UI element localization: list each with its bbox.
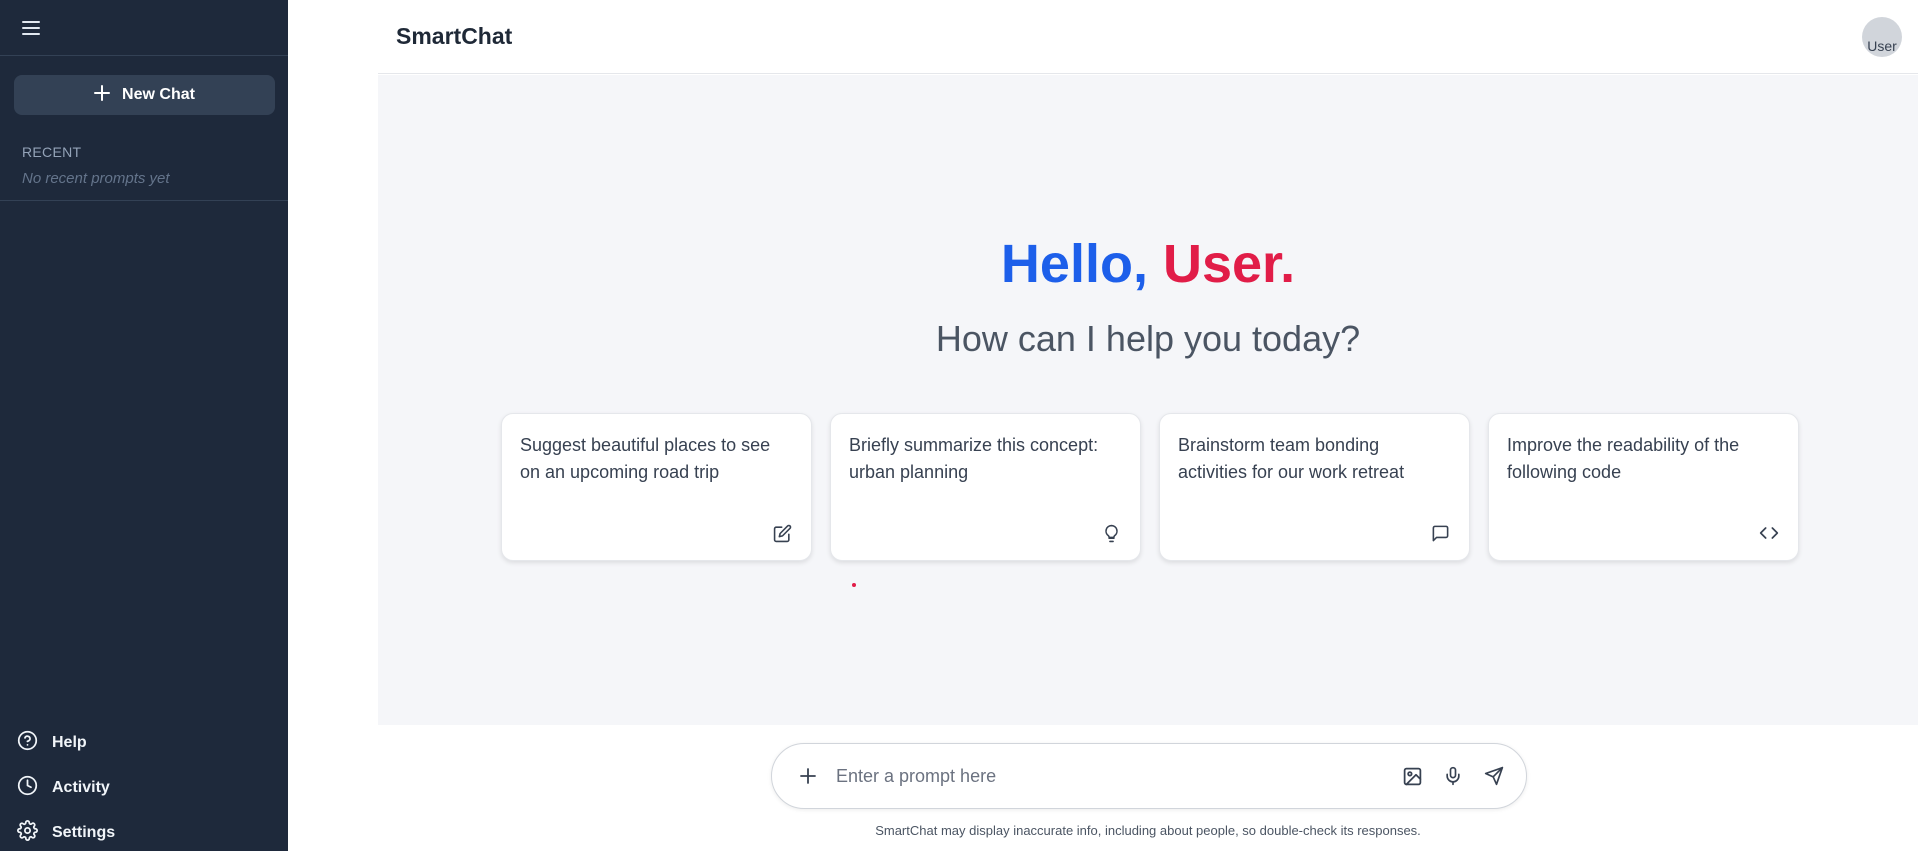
sidebar-item-label: Settings (52, 823, 116, 841)
new-chat-label: New Chat (122, 86, 195, 103)
avatar-alt-text: User (1867, 38, 1897, 54)
cursor-dot (852, 583, 856, 587)
sidebar-item-label: Activity (52, 778, 110, 796)
chat-welcome-area: Hello, User. How can I help you today? S… (378, 75, 1918, 725)
suggestion-text: Briefly summarize this concept: urban pl… (849, 435, 1099, 482)
message-icon (1429, 522, 1451, 544)
suggestion-card[interactable]: Suggest beautiful places to see on an up… (501, 413, 812, 561)
suggestion-card[interactable]: Briefly summarize this concept: urban pl… (830, 413, 1141, 561)
sidebar-item-label: Help (52, 733, 87, 751)
disclaimer-text: SmartChat may display inaccurate info, i… (875, 823, 1421, 838)
suggestion-card[interactable]: Brainstorm team bonding activities for o… (1159, 413, 1470, 561)
plus-icon (94, 84, 111, 106)
new-chat-button[interactable]: New Chat (14, 75, 275, 115)
microphone-icon[interactable] (1437, 760, 1469, 792)
lightbulb-icon (1100, 522, 1122, 544)
sidebar-header (0, 0, 288, 56)
top-header: SmartChat User (378, 0, 1918, 74)
suggestion-text: Improve the readability of the following… (1507, 435, 1740, 482)
suggestion-text: Suggest beautiful places to see on an up… (520, 435, 771, 482)
suggestion-text: Brainstorm team bonding activities for o… (1178, 435, 1405, 482)
send-icon[interactable] (1478, 760, 1510, 792)
avatar[interactable]: User (1862, 17, 1902, 57)
greeting-hello: Hello, (1000, 234, 1148, 294)
sidebar-item-help[interactable]: Help (0, 720, 288, 765)
sidebar-item-activity[interactable]: Activity (0, 765, 288, 810)
recent-empty-text: No recent prompts yet (22, 170, 170, 187)
prompt-bar (771, 743, 1527, 809)
greeting-heading: Hello, User. (378, 234, 1918, 294)
sidebar-bottom-links: Help Activity Settings (0, 720, 288, 851)
greeting-subtitle: How can I help you today? (935, 318, 1361, 359)
prompt-input[interactable] (836, 765, 1396, 787)
code-icon (1758, 522, 1780, 544)
gear-icon (17, 819, 38, 846)
suggestion-cards: Suggest beautiful places to see on an up… (501, 413, 1799, 561)
main-area: SmartChat User Hello, User. How can I he… (378, 0, 1918, 851)
image-icon[interactable] (1396, 760, 1428, 792)
help-circle-icon (17, 730, 38, 756)
hamburger-menu-icon[interactable] (20, 17, 42, 39)
clock-icon (17, 775, 38, 801)
sidebar-item-settings[interactable]: Settings (0, 810, 288, 851)
prompt-actions (1396, 760, 1510, 792)
suggestion-card[interactable]: Improve the readability of the following… (1488, 413, 1799, 561)
recent-title: RECENT (22, 144, 82, 160)
app-title: SmartChat (396, 23, 513, 49)
plus-icon[interactable] (792, 760, 824, 792)
recent-section: RECENT No recent prompts yet (0, 142, 288, 201)
edit-icon (771, 522, 793, 544)
greeting-name: User. (1162, 234, 1296, 294)
sidebar: New Chat RECENT No recent prompts yet He… (0, 0, 288, 851)
